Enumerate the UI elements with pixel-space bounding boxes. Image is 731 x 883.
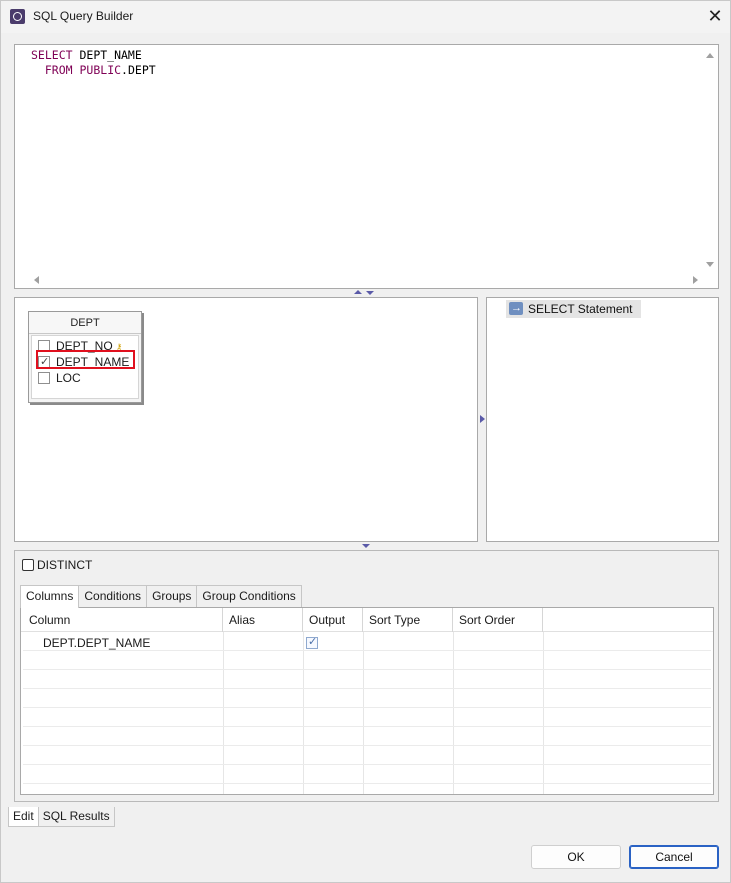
- table-row[interactable]: [23, 689, 711, 708]
- column-header-column[interactable]: Column: [23, 608, 223, 632]
- checkbox-icon[interactable]: [22, 559, 34, 571]
- tree-node-select-statement[interactable]: SELECT Statement: [506, 299, 641, 318]
- table-name: .DEPT: [121, 63, 156, 77]
- field-checkbox[interactable]: [38, 372, 50, 384]
- cell-column-name[interactable]: DEPT.DEPT_NAME: [43, 635, 150, 651]
- scroll-up-icon[interactable]: [706, 53, 714, 58]
- editor-splitter[interactable]: [354, 289, 376, 297]
- bottom-splitter-arrow-icon[interactable]: [362, 544, 370, 548]
- vertical-scrollbar[interactable]: [702, 45, 718, 273]
- table-row[interactable]: [23, 727, 711, 746]
- field-row-loc[interactable]: LOC: [38, 370, 81, 386]
- tab-groups[interactable]: Groups: [146, 585, 198, 607]
- table-row[interactable]: [23, 708, 711, 727]
- cancel-button[interactable]: Cancel: [629, 845, 719, 869]
- tab-conditions[interactable]: Conditions: [78, 585, 148, 607]
- diagram-pane[interactable]: DEPT DEPT_NO⚷ DEPT_NAME LOC: [14, 297, 478, 542]
- table-row[interactable]: [23, 765, 711, 784]
- distinct-label: DISTINCT: [37, 558, 93, 572]
- columns-grid[interactable]: Column Alias Output Sort Type Sort Order…: [20, 607, 714, 795]
- app-icon: [10, 9, 25, 24]
- query-tabs: Columns Conditions Groups Group Conditio…: [20, 585, 302, 608]
- sql-query-builder-dialog: SQL Query Builder ✕ SELECT DEPT_NAME FRO…: [0, 0, 731, 883]
- title-bar: SQL Query Builder ✕: [1, 1, 730, 33]
- schema-name: PUBLIC: [79, 63, 122, 77]
- ok-button[interactable]: OK: [531, 845, 621, 869]
- table-row[interactable]: [23, 670, 711, 689]
- tree-node-label: SELECT Statement: [528, 302, 633, 316]
- highlight-box: [36, 350, 135, 369]
- tab-edit[interactable]: Edit: [8, 807, 39, 827]
- sql-code: SELECT DEPT_NAME FROM PUBLIC.DEPT: [31, 48, 156, 78]
- collapse-up-icon[interactable]: [354, 290, 362, 294]
- column-header-sort-order[interactable]: Sort Order: [453, 608, 543, 632]
- table-row[interactable]: [23, 746, 711, 765]
- tab-group-conditions[interactable]: Group Conditions: [196, 585, 302, 607]
- from-keyword: FROM: [44, 63, 73, 77]
- column-header-alias[interactable]: Alias: [223, 608, 303, 632]
- select-columns: DEPT_NAME: [72, 48, 142, 62]
- close-icon[interactable]: ✕: [700, 1, 730, 31]
- query-options-panel: DISTINCT Columns Conditions Groups Group…: [14, 550, 719, 802]
- table-node-title[interactable]: DEPT: [29, 312, 141, 334]
- tab-columns[interactable]: Columns: [20, 585, 80, 608]
- grid-header: Column Alias Output Sort Type Sort Order: [21, 608, 713, 632]
- select-statement-icon: [509, 299, 523, 317]
- field-name: LOC: [56, 371, 81, 385]
- window-title: SQL Query Builder: [33, 9, 134, 23]
- scroll-left-icon[interactable]: [34, 276, 39, 284]
- output-checkbox[interactable]: [306, 635, 318, 649]
- tab-sql-results[interactable]: SQL Results: [37, 807, 115, 827]
- table-row[interactable]: [23, 651, 711, 670]
- pane-splitter-arrow-icon[interactable]: [480, 415, 485, 423]
- statement-tree[interactable]: SELECT Statement: [486, 297, 719, 542]
- scroll-right-icon[interactable]: [693, 276, 698, 284]
- scroll-down-icon[interactable]: [706, 262, 714, 267]
- distinct-checkbox[interactable]: DISTINCT: [22, 558, 92, 572]
- view-tabs: Edit SQL Results: [8, 807, 115, 827]
- sql-editor[interactable]: SELECT DEPT_NAME FROM PUBLIC.DEPT: [14, 44, 719, 289]
- column-header-output[interactable]: Output: [303, 608, 363, 632]
- column-header-sort-type[interactable]: Sort Type: [363, 608, 453, 632]
- collapse-down-icon[interactable]: [366, 291, 374, 295]
- horizontal-scrollbar[interactable]: [15, 272, 704, 288]
- select-keyword: SELECT: [31, 48, 73, 62]
